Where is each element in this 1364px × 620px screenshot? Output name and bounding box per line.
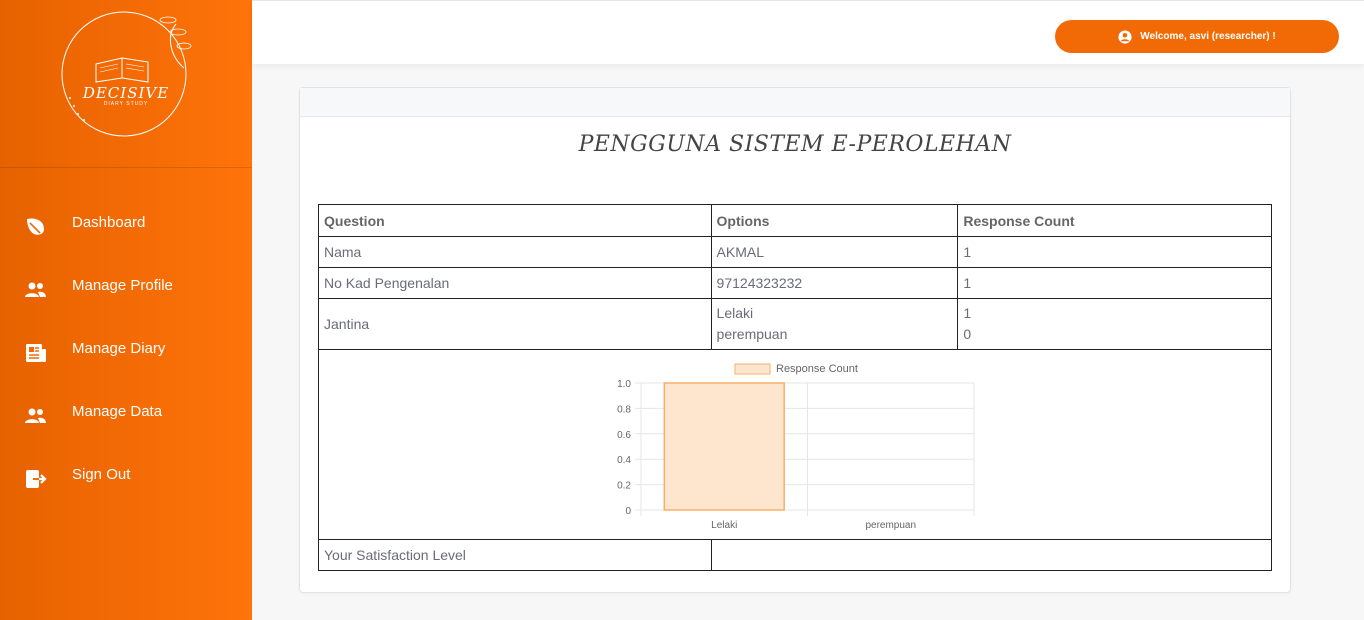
sidebar-item-sign-out[interactable]: Sign Out (0, 454, 252, 494)
sidebar-item-manage-data[interactable]: Manage Data (0, 391, 252, 431)
user-circle-icon (1118, 29, 1132, 44)
column-header-options: Options (710, 204, 959, 237)
question-cell: Jantina (318, 298, 712, 350)
table-row: Nama AKMAL 1 (318, 236, 1272, 268)
users-icon (25, 408, 46, 423)
logo[interactable]: DECISIVE DIARY STUDY (0, 0, 252, 168)
bar-lelaki (663, 381, 785, 511)
column-header-question: Question (318, 204, 712, 237)
sidebar-item-manage-diary[interactable]: Manage Diary (0, 328, 252, 368)
option-value: perempuan (716, 326, 788, 342)
x-tick-label: perempuan (865, 520, 916, 531)
sidebar-item-manage-profile[interactable]: Manage Profile (0, 265, 252, 305)
count-value: 1 (963, 305, 972, 321)
users-icon (25, 282, 46, 297)
option-value: Lelaki (716, 305, 754, 321)
count-cell: 1 0 (957, 298, 1272, 350)
option-cell: Lelaki perempuan (710, 298, 959, 350)
book-logo-icon (61, 11, 192, 137)
y-tick-label: 0.8 (617, 404, 631, 415)
y-tick-label: 0.4 (617, 455, 631, 466)
count-value: 0 (963, 326, 972, 342)
sidebar: DECISIVE DIARY STUDY Dashboard Manage Pr… (0, 0, 252, 620)
sidebar-item-dashboard[interactable]: Dashboard (0, 202, 252, 242)
top-bar: Welcome, asvi (researcher) ! (252, 0, 1364, 64)
response-bar-chart: Response Count 0 0.2 0.4 0.6 0.8 1.0 Lelaki pere… (617, 363, 975, 531)
logo-subtitle: DIARY STUDY (103, 101, 149, 107)
question-cell: Nama (318, 236, 712, 268)
logo-title: DECISIVE (82, 84, 170, 102)
question-cell: No Kad Pengenalan (318, 267, 712, 299)
results-card: PENGGUNA SISTEM E-PEROLEHAN Question Opt… (299, 87, 1291, 593)
results-table: Question Options Response Count Nama AKM… (318, 204, 1273, 571)
chart-row: Response Count 0 0.2 0.4 0.6 0.8 1.0 Lelaki pere… (318, 349, 1272, 540)
legend-swatch (734, 363, 771, 374)
table-row: Jantina Lelaki perempuan 1 0 (318, 298, 1272, 350)
column-header-response-count: Response Count (957, 204, 1272, 237)
x-tick-label: Lelaki (711, 520, 737, 531)
sidebar-item-label: Sign Out (72, 466, 131, 483)
sidebar-item-label: Manage Profile (72, 277, 173, 294)
y-tick-label: 0 (625, 506, 631, 517)
table-header-row: Question Options Response Count (318, 204, 1272, 237)
sidebar-item-label: Manage Diary (72, 340, 166, 357)
answer-cell (710, 539, 1273, 571)
legend-label: Response Count (776, 363, 858, 375)
page-title: PENGGUNA SISTEM E-PEROLEHAN (578, 132, 1012, 157)
option-cell: AKMAL (710, 236, 959, 268)
y-tick-label: 0.2 (617, 480, 631, 491)
y-tick-label: 0.6 (617, 429, 631, 440)
count-cell: 1 (957, 267, 1272, 299)
sidebar-item-label: Manage Data (72, 403, 163, 420)
sign-out-icon (26, 470, 47, 488)
table-row: Your Satisfaction Level (318, 539, 1273, 571)
welcome-button[interactable]: Welcome, asvi (researcher) ! (1055, 20, 1339, 53)
welcome-text: Welcome, asvi (researcher) ! (1140, 31, 1276, 42)
y-tick-label: 1.0 (617, 379, 631, 390)
question-cell: Your Satisfaction Level (318, 539, 712, 571)
option-cell: 97124323232 (710, 267, 959, 299)
card-header (300, 88, 1290, 117)
table-row: No Kad Pengenalan 97124323232 1 (318, 267, 1272, 299)
newspaper-icon (26, 344, 46, 362)
chart-cell: Response Count 0 0.2 0.4 0.6 0.8 1.0 Lelaki pere… (318, 349, 1272, 540)
sidebar-item-label: Dashboard (72, 214, 146, 231)
leaf-icon (27, 218, 44, 235)
count-cell: 1 (957, 236, 1272, 268)
